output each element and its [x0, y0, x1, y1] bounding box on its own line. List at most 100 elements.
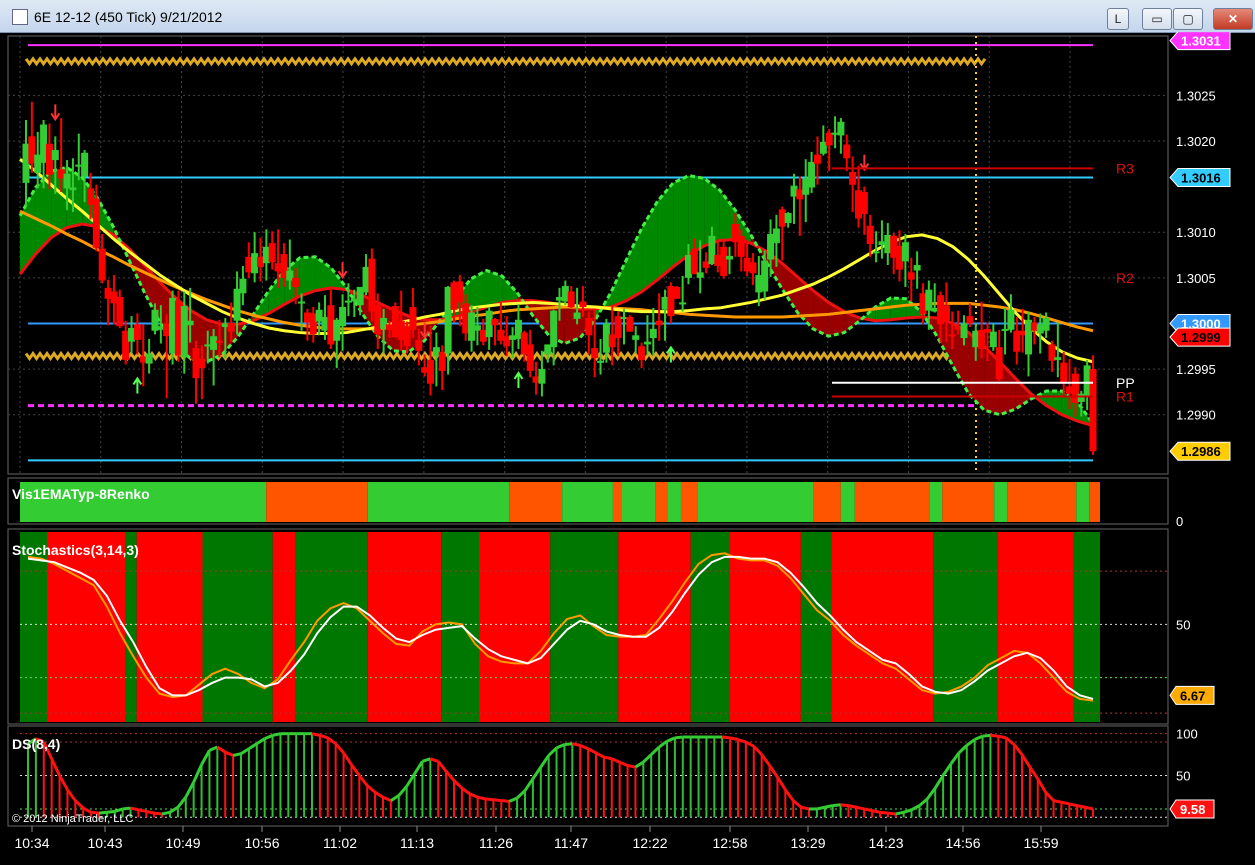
ds-line-segment [161, 810, 171, 816]
renko-panel: 0 [7, 477, 1183, 529]
stochastics-zone [272, 532, 296, 722]
ds-line-segment [840, 803, 849, 808]
price-tick-label: 1.3005 [1176, 271, 1216, 286]
candle-body [198, 359, 206, 369]
ds-line-segment [832, 803, 841, 808]
pivot-label: R2 [1116, 270, 1134, 286]
stochastics-zone [800, 532, 832, 722]
stochastics-value-label: 6.67 [1180, 688, 1205, 703]
ds-line-segment [800, 805, 810, 811]
candle-body [901, 242, 909, 262]
candle-body [180, 306, 188, 358]
candle-body [1007, 309, 1015, 330]
ds-line-segment [729, 736, 739, 741]
stochastics-zone [202, 532, 273, 722]
ribbon-segment [890, 297, 907, 320]
link-button[interactable]: L [1107, 8, 1129, 30]
candle-body [239, 278, 247, 294]
candle-body [942, 305, 950, 321]
pivot-label: R3 [1116, 160, 1134, 176]
candle-body [720, 246, 728, 276]
ds-line-segment [272, 732, 281, 737]
ribbon-segment [673, 175, 689, 267]
stochastics-zone [831, 532, 934, 722]
candle-body [913, 265, 921, 271]
renko-segment [266, 482, 368, 522]
window-title: 6E 12-12 (450 Tick) 9/21/2012 [34, 9, 223, 25]
price-badge-label: 1.3031 [1181, 34, 1221, 49]
candle-body [632, 335, 640, 340]
ds-line-segment [1069, 802, 1078, 808]
candle-body [626, 317, 634, 332]
ds-line-segment [824, 804, 833, 809]
candle-body [761, 260, 769, 292]
price-panel: 1.3025 1.3020 1.3010 1.3005 1.2995 1.2990 R3 R2… [7, 32, 1231, 475]
close-button[interactable]: ✕ [1213, 8, 1253, 30]
candle-body [960, 323, 968, 339]
stochastics-zone [125, 532, 137, 722]
time-tick-label: 12:22 [632, 835, 667, 851]
candle-body [145, 353, 153, 364]
candle-body [849, 171, 857, 185]
candle-body [866, 225, 874, 245]
candle-body [679, 302, 687, 305]
candle-body [227, 323, 235, 332]
renko-segment [697, 482, 814, 522]
candle-body [989, 331, 997, 348]
ds-line-segment [863, 807, 873, 813]
candle-body [813, 154, 821, 164]
ds-line-segment [564, 742, 573, 747]
candle-body [491, 318, 499, 326]
candle-body [63, 173, 71, 189]
renko-segment [655, 482, 668, 522]
renko-tick-label: 0 [1176, 514, 1183, 529]
ds-line-segment [477, 795, 486, 801]
renko-segment [854, 482, 930, 522]
candle-body [339, 307, 347, 327]
price-tick-label: 1.2995 [1176, 362, 1216, 377]
candle-body [526, 344, 534, 371]
candle-body [51, 150, 59, 161]
price-tick-label: 1.3020 [1176, 134, 1216, 149]
candle-body [427, 359, 435, 384]
candle-body [690, 248, 698, 275]
ds-line-segment [501, 799, 510, 803]
price-tick-label: 1.3010 [1176, 225, 1216, 240]
renko-segment [1076, 482, 1090, 522]
ds-tick-label: 100 [1176, 727, 1198, 742]
ds-line-segment [856, 805, 865, 811]
time-tick-label: 11:47 [554, 835, 588, 851]
candle-body [409, 307, 417, 330]
chart-area[interactable]: 1.3025 1.3020 1.3010 1.3005 1.2995 1.2990 R3 R2… [0, 32, 1255, 865]
ds-line-segment [154, 811, 163, 816]
candle-body [872, 251, 880, 254]
candle-body [368, 258, 376, 312]
candle-body [1042, 317, 1050, 331]
time-axis: 10:34 10:43 10:49 10:56 11:02 11:13 11:26 11:47… [14, 826, 1059, 851]
time-tick-label: 10:34 [14, 835, 49, 851]
candle-body [298, 301, 306, 304]
maximize-button[interactable]: ▢ [1173, 8, 1203, 30]
ds-line-segment [572, 742, 581, 747]
copyright-text: © 2012 NinjaTrader, LLC [12, 813, 133, 825]
ds-line-segment [232, 752, 242, 757]
candle-body [567, 291, 575, 308]
price-badge-label: 1.3016 [1181, 170, 1221, 185]
ds-line-segment [816, 805, 826, 811]
price-tick-label: 1.2990 [1176, 408, 1216, 423]
candle-body [673, 286, 681, 299]
candle-body [579, 301, 587, 308]
price-tick-label: 1.3025 [1176, 88, 1216, 103]
candle-body [1060, 362, 1068, 384]
candle-body [726, 255, 734, 260]
candle-body [966, 316, 974, 324]
candle-body [655, 320, 663, 326]
time-tick-label: 11:02 [323, 835, 357, 851]
pivot-label: R1 [1116, 388, 1134, 404]
ds-line-segment [122, 806, 131, 811]
minimize-button[interactable]: ▭ [1142, 8, 1172, 30]
ds-line-segment [871, 809, 881, 814]
candle-body [116, 296, 124, 327]
ds-line-segment [990, 733, 999, 738]
candle-body [614, 316, 622, 339]
